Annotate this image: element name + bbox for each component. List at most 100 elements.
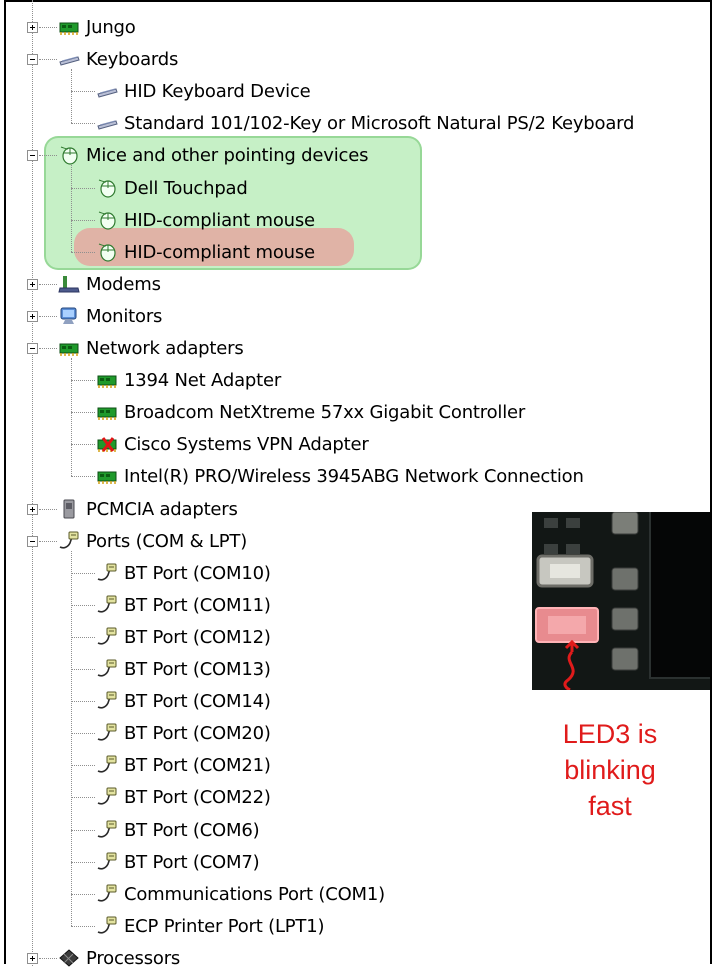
expand-plus-icon[interactable] (27, 311, 38, 322)
tree-item-label: Standard 101/102-Key or Microsoft Natura… (124, 112, 635, 134)
tree-device-row[interactable]: BT Port (COM6) (96, 815, 260, 845)
tree-connector-line (71, 444, 95, 445)
tree-device-row[interactable]: HID-compliant mouse (96, 237, 315, 267)
tree-connector-line (32, 0, 33, 966)
tree-connector-line (71, 573, 95, 574)
port-icon (96, 787, 118, 807)
tree-device-row[interactable]: Broadcom NetXtreme 57xx Gigabit Controll… (96, 397, 525, 427)
network-card-disabled-icon (96, 434, 118, 454)
port-icon (96, 691, 118, 711)
tree-connector-line (71, 894, 95, 895)
tree-device-row[interactable]: BT Port (COM13) (96, 654, 271, 684)
tree-category-row[interactable]: Jungo (58, 12, 136, 42)
tree-device-row[interactable]: BT Port (COM12) (96, 622, 271, 652)
tree-connector-line (39, 316, 57, 317)
tree-connector-line (71, 765, 95, 766)
tree-connector-line (39, 27, 57, 28)
tree-device-row[interactable]: 1394 Net Adapter (96, 365, 281, 395)
tree-connector-line (71, 123, 95, 124)
port-icon (96, 755, 118, 775)
tree-device-row[interactable]: BT Port (COM22) (96, 782, 271, 812)
tree-device-row[interactable]: Cisco Systems VPN Adapter (96, 429, 369, 459)
tree-category-row[interactable]: Mice and other pointing devices (58, 140, 368, 170)
tree-device-row[interactable]: Dell Touchpad (96, 173, 248, 203)
collapse-minus-icon[interactable] (27, 536, 38, 547)
keyboard-icon (96, 113, 118, 133)
tree-item-label: BT Port (COM22) (124, 786, 271, 808)
tree-item-label: BT Port (COM12) (124, 626, 271, 648)
tree-category-row[interactable]: Modems (58, 269, 161, 299)
tree-item-label: BT Port (COM6) (124, 819, 260, 841)
port-icon (58, 531, 80, 551)
tree-item-label: Modems (86, 273, 161, 295)
tree-connector-line (71, 862, 95, 863)
expand-plus-icon[interactable] (27, 953, 38, 964)
circuit-board-photo (532, 512, 710, 690)
tree-connector-line (39, 509, 57, 510)
network-card-icon (96, 370, 118, 390)
tree-connector-line (71, 476, 95, 477)
tree-connector-line (71, 412, 95, 413)
tree-item-label: Ports (COM & LPT) (86, 530, 248, 552)
tree-item-label: BT Port (COM11) (124, 594, 271, 616)
pcmcia-icon (58, 499, 80, 519)
tree-category-row[interactable]: Network adapters (58, 333, 244, 363)
tree-connector-line (71, 69, 72, 123)
tree-item-label: Monitors (86, 305, 163, 327)
tree-item-label: Processors (86, 947, 181, 969)
tree-device-row[interactable]: HID Keyboard Device (96, 76, 311, 106)
tree-device-row[interactable]: BT Port (COM21) (96, 750, 271, 780)
led-annotation: LED3 is blinking fast (540, 716, 680, 824)
tree-device-row[interactable]: BT Port (COM11) (96, 590, 271, 620)
port-icon (96, 884, 118, 904)
tree-device-row[interactable]: BT Port (COM14) (96, 686, 271, 716)
tree-connector-line (71, 701, 95, 702)
tree-device-row[interactable]: BT Port (COM20) (96, 718, 271, 748)
tree-device-row[interactable]: HID-compliant mouse (96, 205, 315, 235)
network-card-icon (96, 466, 118, 486)
tree-device-row[interactable]: BT Port (COM10) (96, 558, 271, 588)
tree-category-row[interactable]: Processors (58, 943, 180, 973)
expand-plus-icon[interactable] (27, 504, 38, 515)
tree-device-row[interactable]: Intel(R) PRO/Wireless 3945ABG Network Co… (96, 461, 584, 491)
tree-category-row[interactable]: Ports (COM & LPT) (58, 526, 247, 556)
tree-connector-line (71, 91, 95, 92)
tree-item-label: ECP Printer Port (LPT1) (124, 915, 325, 937)
tree-connector-line (39, 284, 57, 285)
collapse-minus-icon[interactable] (27, 150, 38, 161)
tree-device-row[interactable]: ECP Printer Port (LPT1) (96, 911, 325, 941)
tree-item-label: Intel(R) PRO/Wireless 3945ABG Network Co… (124, 465, 584, 487)
tree-connector-line (71, 637, 95, 638)
tree-connector-line (71, 797, 95, 798)
expand-plus-icon[interactable] (27, 22, 38, 33)
network-card-icon (58, 338, 80, 358)
tree-connector-line (71, 220, 95, 221)
tree-item-label: BT Port (COM21) (124, 754, 271, 776)
expand-plus-icon[interactable] (27, 279, 38, 290)
tree-connector-line (71, 926, 95, 927)
collapse-minus-icon[interactable] (27, 343, 38, 354)
annotation-line-1: LED3 is (562, 719, 658, 749)
annotation-line-2: blinking (564, 755, 656, 785)
tree-connector-line (39, 348, 57, 349)
tree-category-row[interactable]: PCMCIA adapters (58, 494, 238, 524)
tree-connector-line (39, 59, 57, 60)
port-icon (96, 563, 118, 583)
processor-icon (58, 948, 80, 968)
tree-device-row[interactable]: Standard 101/102-Key or Microsoft Natura… (96, 108, 634, 138)
modem-icon (58, 274, 80, 294)
tree-category-row[interactable]: Keyboards (58, 44, 178, 74)
tree-item-label: BT Port (COM10) (124, 562, 271, 584)
tree-connector-line (71, 188, 95, 189)
collapse-minus-icon[interactable] (27, 54, 38, 65)
tree-connector-line (39, 155, 57, 156)
tree-item-label: Communications Port (COM1) (124, 883, 385, 905)
tree-item-label: HID-compliant mouse (124, 241, 315, 263)
tree-item-label: Dell Touchpad (124, 177, 248, 199)
tree-category-row[interactable]: Monitors (58, 301, 162, 331)
tree-device-row[interactable]: BT Port (COM7) (96, 847, 260, 877)
led-board-image (532, 512, 710, 690)
tree-connector-line (71, 830, 95, 831)
tree-device-row[interactable]: Communications Port (COM1) (96, 879, 385, 909)
tree-item-label: BT Port (COM14) (124, 690, 271, 712)
